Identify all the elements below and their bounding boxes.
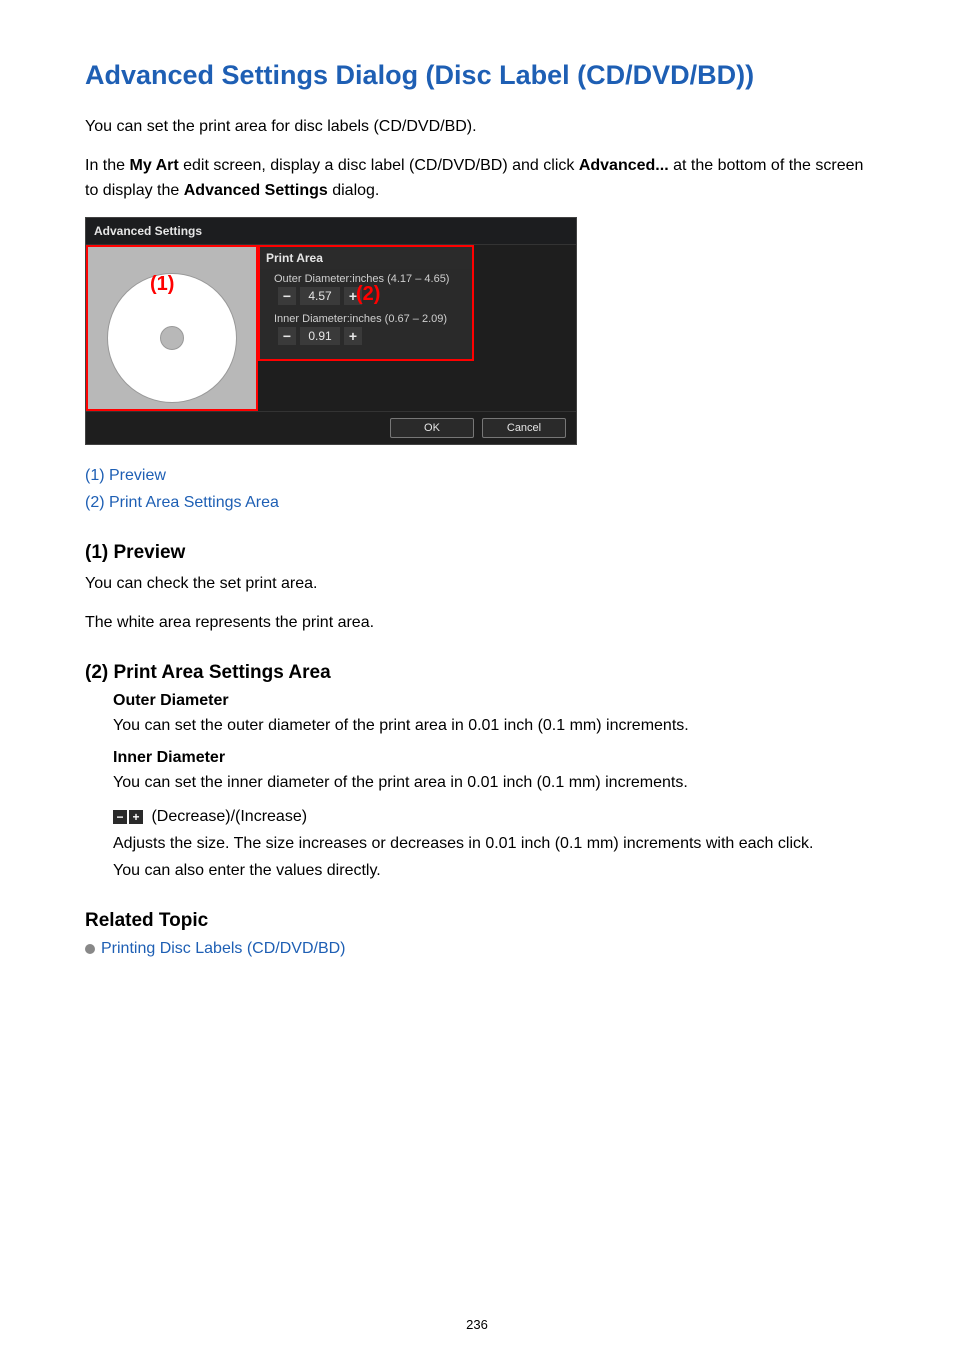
link-preview-section[interactable]: (1) Preview (85, 463, 869, 489)
section-1-p1: You can check the set print area. (85, 572, 869, 597)
related-topic-heading: Related Topic (85, 910, 869, 932)
dialog-buttons: OK Cancel (86, 411, 576, 444)
inner-diameter-label: Inner Diameter:inches (0.67 – 2.09) (260, 309, 472, 327)
dialog-title-bar: Advanced Settings (86, 218, 576, 245)
related-topic-row: Printing Disc Labels (CD/DVD/BD) (85, 940, 869, 958)
text-bold-advanced: Advanced... (579, 157, 669, 174)
inner-decrease-button[interactable]: − (278, 327, 296, 345)
ok-button[interactable]: OK (390, 418, 474, 438)
plus-minus-icons: − + (113, 810, 143, 824)
minus-icon: − (113, 810, 127, 824)
callout-two: (2) (356, 283, 380, 306)
outer-diameter-desc: You can set the outer diameter of the pr… (113, 714, 869, 739)
link-print-area-section[interactable]: (2) Print Area Settings Area (85, 490, 869, 516)
inner-diameter-value[interactable]: 0.91 (300, 327, 340, 345)
preview-area: (1) (86, 245, 258, 411)
section-links: (1) Preview (2) Print Area Settings Area (85, 463, 869, 516)
print-area-heading: Print Area (260, 247, 472, 269)
outer-diameter-stepper: − 4.57 + (2) (260, 287, 472, 309)
text-bold-adv-settings: Advanced Settings (184, 182, 328, 199)
outer-diameter-term: Outer Diameter (113, 692, 869, 710)
section-1-heading: (1) Preview (85, 542, 869, 564)
inner-increase-button[interactable]: + (344, 327, 362, 345)
inner-diameter-term: Inner Diameter (113, 749, 869, 767)
intro-paragraph-2: In the My Art edit screen, display a dis… (85, 154, 869, 204)
bullet-icon (85, 944, 95, 954)
dialog-body: (1) Print Area Outer Diameter:inches (4.… (86, 245, 576, 411)
decrease-increase-line: − + (Decrease)/(Increase) (113, 805, 869, 830)
advanced-settings-figure: Advanced Settings (1) Print Area Outer D… (85, 217, 577, 445)
inner-diameter-stepper: − 0.91 + (260, 327, 472, 349)
text-bold-my-art: My Art (129, 157, 178, 174)
decrease-increase-desc-2: You can also enter the values directly. (113, 859, 869, 884)
page-title: Advanced Settings Dialog (Disc Label (CD… (85, 60, 869, 91)
print-area-panel: Print Area Outer Diameter:inches (4.17 –… (258, 245, 474, 361)
disc-hole (160, 326, 184, 350)
text-segment: dialog. (328, 182, 380, 199)
plus-icon: + (129, 810, 143, 824)
text-segment: In the (85, 157, 129, 174)
section-1-p2: The white area represents the print area… (85, 611, 869, 636)
section-2-heading: (2) Print Area Settings Area (85, 662, 869, 684)
text-segment: edit screen, display a disc label (CD/DV… (179, 157, 579, 174)
page-number: 236 (0, 1317, 954, 1332)
inner-diameter-desc: You can set the inner diameter of the pr… (113, 771, 869, 796)
decrease-increase-desc-1: Adjusts the size. The size increases or … (113, 832, 869, 857)
cancel-button[interactable]: Cancel (482, 418, 566, 438)
callout-one: (1) (150, 273, 174, 296)
outer-decrease-button[interactable]: − (278, 287, 296, 305)
section-2-body: Outer Diameter You can set the outer dia… (113, 692, 869, 884)
intro-paragraph-1: You can set the print area for disc labe… (85, 115, 869, 140)
outer-diameter-value[interactable]: 4.57 (300, 287, 340, 305)
decrease-increase-label: (Decrease)/(Increase) (147, 808, 307, 825)
related-topic-link[interactable]: Printing Disc Labels (CD/DVD/BD) (101, 940, 346, 958)
